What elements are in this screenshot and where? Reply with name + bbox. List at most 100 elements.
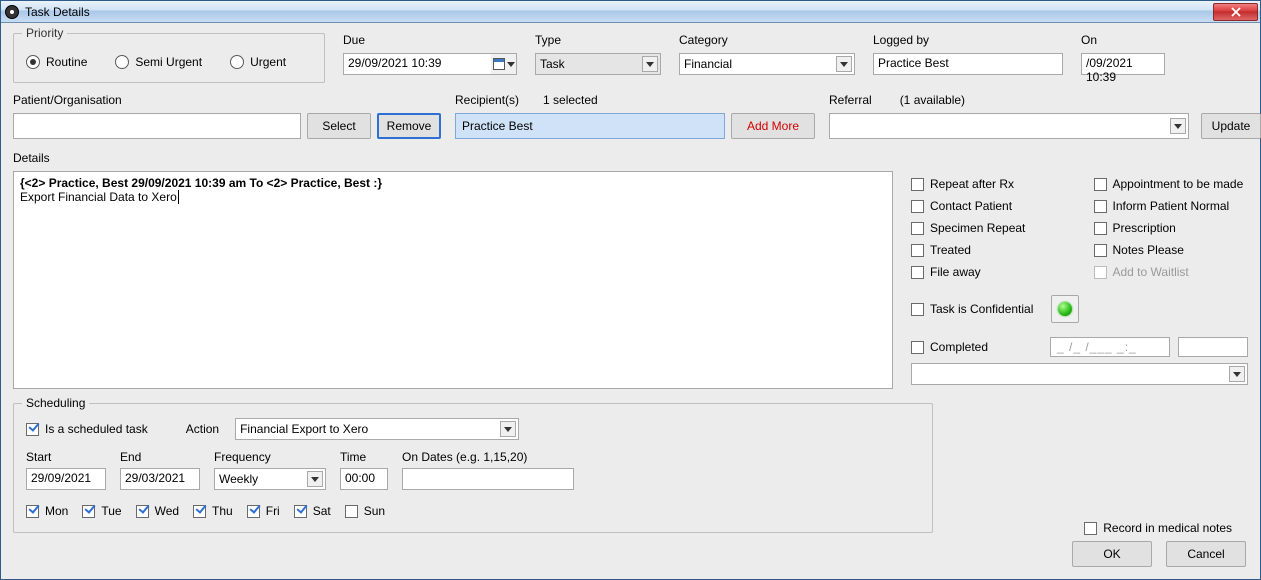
checkbox-icon (1094, 200, 1107, 213)
dow-sat[interactable]: Sat (294, 504, 331, 518)
dow-sun[interactable]: Sun (345, 504, 385, 518)
flags-panel: Repeat after Rx Appointment to be made C… (911, 171, 1248, 385)
flag-inform-patient-normal[interactable]: Inform Patient Normal (1094, 199, 1249, 213)
checkbox-checked-icon (82, 505, 95, 518)
details-label: Details (13, 151, 1248, 165)
checkbox-checked-icon (26, 505, 39, 518)
frequency-select[interactable]: Weekly (214, 468, 326, 490)
checkbox-icon (911, 303, 924, 316)
dropdown-button[interactable] (1170, 118, 1186, 134)
dow-wed[interactable]: Wed (136, 504, 179, 518)
scheduling-legend: Scheduling (22, 396, 89, 410)
dow-mon[interactable]: Mon (26, 504, 68, 518)
calendar-button[interactable] (491, 53, 517, 75)
dow-tue[interactable]: Tue (82, 504, 121, 518)
flag-notes-please[interactable]: Notes Please (1094, 243, 1249, 257)
action-select[interactable]: Financial Export to Xero (235, 418, 519, 440)
ok-button[interactable]: OK (1072, 541, 1152, 567)
titlebar: Task Details (1, 1, 1260, 23)
frequency-label: Frequency (214, 450, 326, 464)
recipients-field[interactable]: Practice Best (455, 113, 725, 139)
checkbox-icon (911, 222, 924, 235)
remove-button[interactable]: Remove (377, 113, 441, 139)
referral-select[interactable] (829, 113, 1189, 139)
patient-org-field[interactable] (13, 113, 301, 139)
app-icon (5, 5, 19, 19)
dialog-body: Priority Routine Semi Urgent Urgent Due … (1, 23, 1260, 579)
dow-fri[interactable]: Fri (247, 504, 280, 518)
end-field[interactable]: 29/03/2021 (120, 468, 200, 490)
radio-label: Routine (46, 55, 87, 69)
checkbox-icon (911, 200, 924, 213)
logged-by-field[interactable]: Practice Best (873, 53, 1063, 75)
details-textarea[interactable]: {<2> Practice, Best 29/09/2021 10:39 am … (13, 171, 893, 389)
calendar-icon (493, 58, 505, 70)
flag-appointment[interactable]: Appointment to be made (1094, 177, 1249, 191)
close-button[interactable] (1213, 3, 1258, 21)
completed-user-select[interactable] (911, 363, 1248, 385)
task-details-window: Task Details Priority Routine Semi Urgen… (0, 0, 1261, 580)
time-field[interactable]: 00:00 (340, 468, 388, 490)
priority-legend: Priority (22, 26, 67, 40)
dropdown-button[interactable] (1229, 366, 1245, 382)
flag-prescription[interactable]: Prescription (1094, 221, 1249, 235)
radio-icon (26, 55, 40, 69)
checkbox-icon (1094, 222, 1107, 235)
priority-semi-urgent[interactable]: Semi Urgent (115, 55, 202, 69)
is-scheduled-checkbox[interactable]: Is a scheduled task (26, 422, 148, 436)
flag-treated[interactable]: Treated (911, 243, 1066, 257)
checkbox-icon (1094, 266, 1107, 279)
ondates-field[interactable] (402, 468, 574, 490)
time-label: Time (340, 450, 388, 464)
cancel-button[interactable]: Cancel (1166, 541, 1246, 567)
update-button[interactable]: Update (1201, 113, 1261, 139)
flag-file-away[interactable]: File away (911, 265, 1066, 279)
checkbox-checked-icon (247, 505, 260, 518)
scheduling-group: Scheduling Is a scheduled task Action Fi… (13, 403, 933, 533)
flag-specimen-repeat[interactable]: Specimen Repeat (911, 221, 1066, 235)
flag-completed[interactable]: Completed (911, 340, 988, 354)
checkbox-icon (345, 505, 358, 518)
start-field[interactable]: 29/09/2021 (26, 468, 106, 490)
priority-urgent[interactable]: Urgent (230, 55, 286, 69)
checkbox-icon (911, 266, 924, 279)
dropdown-button[interactable] (836, 56, 852, 72)
dropdown-button[interactable] (307, 471, 323, 487)
type-select[interactable]: Task (535, 53, 661, 75)
dropdown-button[interactable] (642, 56, 658, 72)
add-more-button[interactable]: Add More (731, 113, 815, 139)
start-label: Start (26, 450, 106, 464)
recipients-count: 1 selected (543, 93, 598, 107)
action-label: Action (186, 422, 219, 436)
days-of-week: Mon Tue Wed Thu Fri Sat Sun (26, 504, 385, 518)
category-value: Financial (684, 57, 732, 71)
dow-thu[interactable]: Thu (193, 504, 233, 518)
completed-time-field[interactable] (1178, 337, 1248, 357)
radio-label: Semi Urgent (135, 55, 202, 69)
checkbox-icon (911, 178, 924, 191)
chevron-down-icon (504, 427, 512, 432)
flag-add-to-waitlist: Add to Waitlist (1094, 265, 1249, 279)
flag-repeat-after-rx[interactable]: Repeat after Rx (911, 177, 1066, 191)
priority-routine[interactable]: Routine (26, 55, 87, 69)
radio-icon (115, 55, 129, 69)
checkbox-icon (1084, 522, 1097, 535)
checkbox-checked-icon (294, 505, 307, 518)
category-select[interactable]: Financial (679, 53, 855, 75)
due-field[interactable]: 29/09/2021 10:39 (343, 53, 517, 75)
on-field[interactable]: /09/2021 10:39 (1081, 53, 1165, 75)
checkbox-checked-icon (193, 505, 206, 518)
select-button[interactable]: Select (307, 113, 371, 139)
record-in-medical-notes[interactable]: Record in medical notes (1084, 521, 1232, 535)
close-icon (1231, 7, 1241, 17)
referral-label: Referral (829, 93, 872, 107)
info-indicator-button[interactable] (1051, 295, 1079, 323)
dropdown-button[interactable] (500, 421, 516, 437)
checkbox-checked-icon (26, 423, 39, 436)
details-body-line: Export Financial Data to Xero (20, 190, 177, 204)
flag-confidential[interactable]: Task is Confidential (911, 302, 1033, 316)
patient-org-label: Patient/Organisation (13, 93, 441, 107)
flag-contact-patient[interactable]: Contact Patient (911, 199, 1066, 213)
due-value[interactable]: 29/09/2021 10:39 (343, 53, 491, 75)
completed-date-field[interactable]: _ /_ /___ _:_ (1050, 337, 1170, 357)
